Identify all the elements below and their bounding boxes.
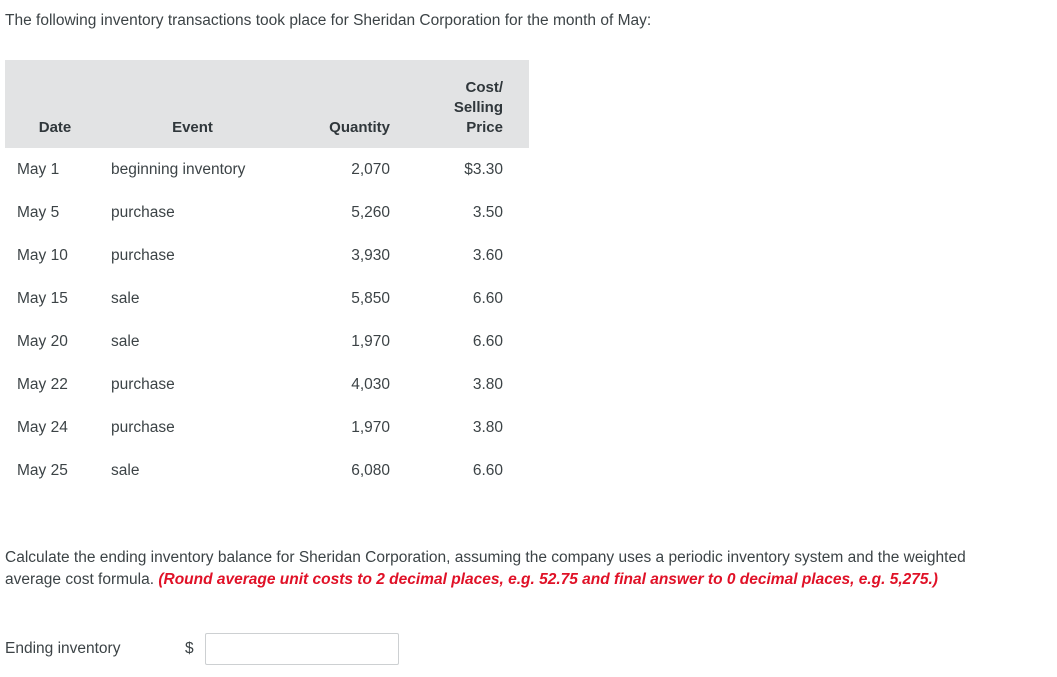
cell-price: 6.60 — [472, 462, 503, 479]
table-row: May 24 purchase 1,970 3.80 — [5, 406, 529, 449]
cell-date: May 10 — [17, 247, 68, 264]
cell-event: purchase — [111, 376, 175, 393]
ending-inventory-input[interactable] — [205, 633, 399, 665]
cell-quantity: 3,930 — [351, 247, 390, 264]
cell-quantity: 5,260 — [351, 204, 390, 221]
table-row: May 25 sale 6,080 6.60 — [5, 449, 529, 492]
cell-event: purchase — [111, 204, 175, 221]
column-header-price: Cost/ Selling Price — [400, 60, 529, 148]
cell-date: May 5 — [17, 204, 60, 221]
cell-date: May 22 — [17, 376, 68, 393]
cell-event: purchase — [111, 247, 175, 264]
cell-quantity: 4,030 — [351, 376, 390, 393]
intro-text: The following inventory transactions too… — [5, 12, 652, 29]
question-text: Calculate the ending inventory balance f… — [5, 547, 1020, 591]
column-header-price-line2: Selling — [453, 99, 503, 116]
cell-event: sale — [111, 290, 140, 307]
cell-quantity: 6,080 — [351, 462, 390, 479]
column-header-price-line3: Price — [466, 119, 503, 136]
cell-date: May 25 — [17, 462, 68, 479]
question-emphasis: (Round average unit costs to 2 decimal p… — [158, 571, 938, 588]
cell-price: $3.30 — [464, 161, 503, 178]
cell-event: sale — [111, 462, 140, 479]
column-header-price-line1: Cost/ — [465, 79, 504, 96]
dollar-sign-icon: $ — [185, 640, 194, 657]
table-header: Date Event Quantity Cost/ Selling Price — [5, 60, 529, 148]
cell-date: May 24 — [17, 419, 68, 436]
cell-price: 6.60 — [472, 290, 503, 307]
table-row: May 15 sale 5,850 6.60 — [5, 277, 529, 320]
cell-price: 3.50 — [472, 204, 503, 221]
column-header-event: Event — [172, 119, 213, 136]
cell-event: purchase — [111, 419, 175, 436]
answer-label: Ending inventory — [5, 640, 121, 657]
cell-date: May 1 — [17, 161, 60, 178]
column-header-date: Date — [38, 119, 72, 136]
cell-price: 3.80 — [472, 419, 503, 436]
cell-quantity: 1,970 — [351, 333, 390, 350]
column-header-quantity: Quantity — [329, 119, 390, 136]
cell-date: May 20 — [17, 333, 68, 350]
cell-event: beginning inventory — [111, 161, 246, 178]
table-row: May 20 sale 1,970 6.60 — [5, 320, 529, 363]
cell-date: May 15 — [17, 290, 68, 307]
cell-price: 3.80 — [472, 376, 503, 393]
cell-quantity: 1,970 — [351, 419, 390, 436]
table-body: May 1 beginning inventory 2,070 $3.30 May 5 p… — [5, 148, 529, 492]
inventory-transactions-table: Date Event Quantity Cost/ Selling Price … — [5, 60, 529, 492]
cell-price: 6.60 — [472, 333, 503, 350]
table-row: May 22 purchase 4,030 3.80 — [5, 363, 529, 406]
cell-quantity: 2,070 — [351, 161, 390, 178]
answer-row: Ending inventory $ — [5, 632, 399, 666]
table-row: May 10 purchase 3,930 3.60 — [5, 234, 529, 277]
table-row: May 5 purchase 5,260 3.50 — [5, 191, 529, 234]
table-header-row: Date Event Quantity Cost/ Selling Price — [5, 60, 529, 148]
cell-price: 3.60 — [472, 247, 503, 264]
table-row: May 1 beginning inventory 2,070 $3.30 — [5, 148, 529, 191]
cell-quantity: 5,850 — [351, 290, 390, 307]
cell-event: sale — [111, 333, 140, 350]
